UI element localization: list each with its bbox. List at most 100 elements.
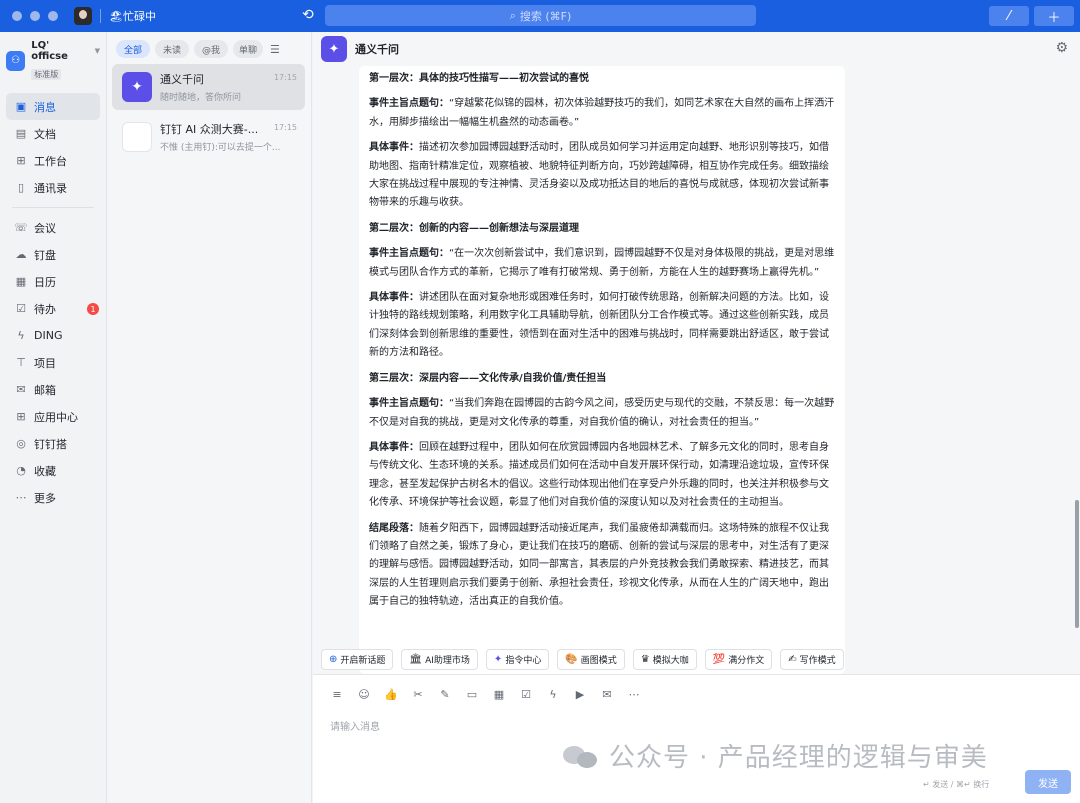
paragraph: 具体事件：回顾在越野过程中，团队如何在欣赏园博园内各地园林艺术、了解多元文化的同…	[369, 439, 835, 513]
composer: ≡ ☺ 👍 ✂ ✎ ▭ ▦ ☑ ϟ ▶ ✉ ⋯ 请输入消息 公众号 · 产品经理…	[313, 674, 1080, 803]
conversation-item[interactable]: 钉钉 AI 众测大赛-... 不惟 (主用钉):可以去提一个... 17:15	[112, 114, 305, 160]
search-bar[interactable]: ⌕ 搜索 (⌘F)	[325, 5, 756, 26]
workbench-icon: ⊞	[16, 154, 26, 167]
close-dot[interactable]	[12, 11, 22, 21]
nav-item-builder[interactable]: ◎ 钉钉搭	[6, 430, 100, 457]
store-icon: 🏛	[409, 654, 423, 665]
nav-item-docs[interactable]: ▤ 文档	[6, 120, 100, 147]
conversation-title: 钉钉 AI 众测大赛-...	[160, 123, 259, 136]
paint-icon: 🎨	[565, 654, 578, 665]
nav-label: 收藏	[34, 464, 56, 478]
filter-single[interactable]: 单聊	[233, 40, 264, 58]
history-icon[interactable]: ⟲	[302, 7, 314, 23]
nav-item-project[interactable]: ⊤ 项目	[6, 349, 100, 376]
nav-item-favorites[interactable]: ◔ 收藏	[6, 457, 100, 484]
paint-mode-button[interactable]: 🎨 画图模式	[557, 649, 625, 670]
paragraph: 结尾段落：随着夕阳西下，园博园越野活动接近尾声，我们虽疲倦却满载而归。这场特殊的…	[369, 520, 835, 612]
shortcut-button[interactable]: ⁄	[989, 6, 1029, 26]
writing-mode-button[interactable]: ✍ 写作模式	[780, 649, 844, 670]
send-button[interactable]: 发送	[1025, 770, 1071, 794]
apps-icon: ⊞	[16, 410, 26, 423]
conversation-item[interactable]: ✦ 通义千问 随时随地，答你所问 17:15	[112, 64, 305, 110]
nav-item-todo[interactable]: ☑ 待办 1	[6, 295, 100, 322]
more-icon: ⋯	[15, 491, 27, 504]
nav-item-calendar[interactable]: ▦ 日历	[6, 268, 100, 295]
nav-label: 钉盘	[34, 248, 56, 262]
nav-label: 消息	[34, 100, 56, 114]
nav-item-apps[interactable]: ⊞ 应用中心	[6, 403, 100, 430]
status-label[interactable]: 🏖忙碌中	[109, 8, 156, 24]
calendar-icon[interactable]: ▦	[492, 687, 506, 701]
nav-item-meeting[interactable]: ☏ 会议	[6, 214, 100, 241]
paragraph-label: 具体事件：	[369, 441, 419, 453]
filter-unread[interactable]: 未读	[155, 40, 190, 58]
minimize-dot[interactable]	[30, 11, 40, 21]
new-topic-button[interactable]: ⊕ 开启新话题	[321, 649, 394, 670]
folder-icon[interactable]: ▭	[465, 687, 479, 701]
button-label: 满分作文	[728, 656, 765, 666]
section-heading: 第一层次：具体的技巧性描写——初次尝试的喜悦	[369, 73, 589, 84]
assistant-market-button[interactable]: 🏛 AI助理市场	[401, 649, 478, 670]
emoji-icon[interactable]: ☺	[357, 687, 371, 701]
paragraph-label: 事件主旨点题句：	[369, 248, 449, 260]
send-hint: ↵ 发送 / ⌘↵ 换行	[923, 780, 990, 789]
conversation-title: 通义千问	[160, 73, 204, 86]
org-switcher[interactable]: ⚇ LQ' officse ▼ 标准版	[0, 32, 106, 89]
full-score-essay-button[interactable]: 💯 满分作文	[704, 649, 773, 670]
chat-title: 通义千问	[355, 43, 399, 56]
filter-mentions[interactable]: @我	[194, 40, 229, 58]
button-label: AI助理市场	[425, 656, 470, 666]
paragraph: 具体事件：描述初次参加园博园越野活动时，团队成员如何学习并运用定向越野、地形识别…	[369, 139, 835, 213]
section-heading: 第三层次：深层内容——文化传承/自我价值/责任担当	[369, 372, 607, 384]
nav-item-ding[interactable]: ϟ DING	[6, 322, 100, 349]
doc-edit-icon[interactable]: ✎	[438, 687, 452, 701]
watermark: 公众号 · 产品经理的逻辑与审美	[561, 737, 988, 774]
check-icon[interactable]: ☑	[519, 687, 533, 701]
message-input[interactable]: 请输入消息	[330, 718, 380, 733]
scissors-icon[interactable]: ✂	[411, 687, 425, 701]
nav-item-more[interactable]: ⋯ 更多	[6, 484, 100, 511]
gear-icon[interactable]: ⚙	[1055, 40, 1068, 56]
menu-icon[interactable]: ≡	[330, 687, 344, 701]
wechat-icon	[561, 740, 601, 772]
nav-label: 日历	[34, 275, 56, 289]
paragraph-text: 随着夕阳西下，园博园越野活动接近尾声，我们虽疲倦却满载而归。这场特殊的旅程不仅让…	[369, 522, 829, 608]
nav-item-messages[interactable]: ▣ 消息	[6, 93, 100, 120]
builder-icon: ◎	[16, 437, 26, 450]
meeting-icon: ☏	[14, 221, 28, 234]
chat-header: ✦ 通义千问 ⚙	[313, 32, 1080, 66]
nav-label: 项目	[34, 356, 56, 370]
nav-item-contacts[interactable]: ▯ 通讯录	[6, 174, 100, 201]
user-avatar[interactable]	[74, 7, 92, 25]
command-center-button[interactable]: ✦ 指令中心	[485, 649, 550, 670]
simulate-expert-button[interactable]: ♛ 模拟大咖	[632, 649, 697, 670]
nav-item-workbench[interactable]: ⊞ 工作台	[6, 147, 100, 174]
sparkle-icon: ✦	[493, 654, 503, 665]
paragraph: 事件主旨点题句：“穿越繁花似锦的园林，初次体验越野技巧的我们，如同艺术家在大自然…	[369, 95, 835, 132]
nav-item-drive[interactable]: ☁ 钉盘	[6, 241, 100, 268]
quick-actions: ⊕ 开启新话题 🏛 AI助理市场 ✦ 指令中心 🎨 画图模式 ♛ 模拟大咖 💯 满分作文 ✍…	[321, 649, 844, 670]
left-nav: ⚇ LQ' officse ▼ 标准版 ▣ 消息 ▤ 文档 ⊞ 工作台 ▯ 通讯录…	[0, 32, 107, 803]
more-icon[interactable]: ⋯	[627, 687, 641, 701]
filter-all[interactable]: 全部	[116, 40, 151, 58]
zoom-dot[interactable]	[48, 11, 58, 21]
window-controls[interactable]	[12, 11, 58, 21]
nav-item-mail[interactable]: ✉ 邮箱	[6, 376, 100, 403]
add-button[interactable]: ＋	[1034, 6, 1074, 26]
paragraph-label: 具体事件：	[369, 292, 419, 304]
thumbs-up-icon[interactable]: 👍	[384, 687, 398, 701]
tongyi-avatar-icon[interactable]: ✦	[321, 36, 347, 62]
ding-icon: ϟ	[17, 329, 25, 342]
mail-icon[interactable]: ✉	[600, 687, 614, 701]
plus-icon: ＋	[1047, 10, 1061, 26]
scrollbar[interactable]	[1075, 500, 1079, 628]
menu-icon[interactable]: ☰	[270, 43, 280, 56]
nav-label: 会议	[34, 221, 56, 235]
todo-badge: 1	[87, 303, 99, 315]
section-heading: 第二层次：创新的内容——创新想法与深层道理	[369, 222, 579, 234]
paragraph-label: 事件主旨点题句：	[369, 98, 449, 110]
org-logo-icon: ⚇	[6, 50, 26, 71]
video-icon[interactable]: ▶	[573, 687, 587, 701]
project-icon: ⊤	[16, 356, 26, 369]
lightning-icon[interactable]: ϟ	[546, 687, 560, 701]
